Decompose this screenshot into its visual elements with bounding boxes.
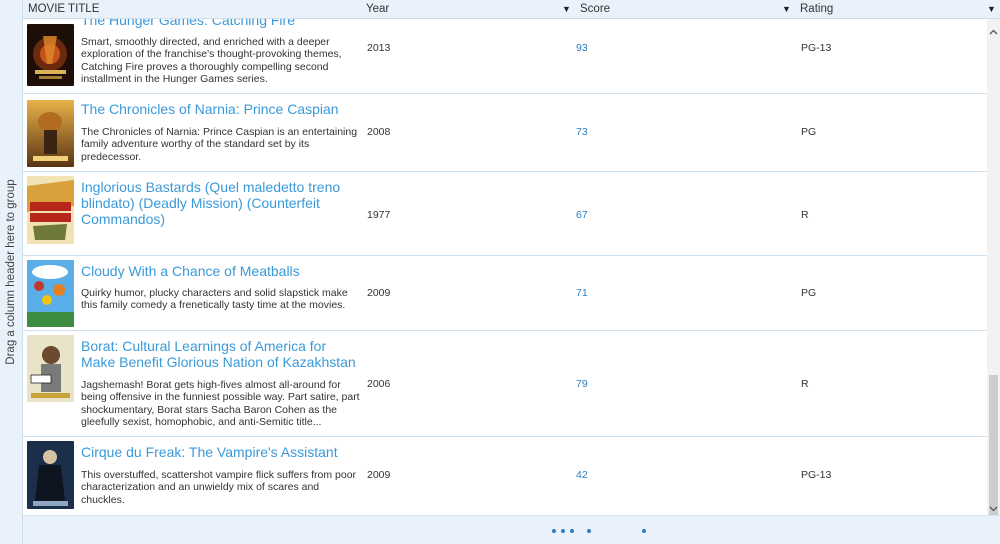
movie-title-link[interactable]: Cirque du Freak: The Vampire's Assistant [81,444,361,460]
column-header-score[interactable]: Score [580,0,610,19]
chevron-down-icon[interactable] [987,504,1000,514]
group-by-hint: Drag a column header here to group [5,179,17,365]
movie-description: Smart, smoothly directed, and enriched w… [81,36,342,86]
loading-indicator [23,515,1000,544]
movie-description: This overstuffed, scattershot vampire fl… [81,469,357,506]
rating-cell: PG [801,126,817,138]
table-row[interactable]: Inglorious Bastards (Quel maledetto tren… [23,172,987,256]
table-row[interactable]: The Hunger Games: Catching Fire Smart, s… [23,19,987,94]
grid-rows: The Hunger Games: Catching Fire Smart, s… [23,19,987,515]
year-cell: 2013 [367,42,391,54]
rating-cell: PG-13 [801,469,832,481]
score-filter-icon[interactable]: ▼ [782,0,791,19]
rating-cell: R [801,378,809,390]
year-filter-icon[interactable]: ▼ [562,0,571,19]
movie-poster [27,100,74,167]
loading-dot-icon [570,529,574,533]
movie-poster [27,441,74,509]
score-cell: 93 [576,42,588,54]
column-header-rating[interactable]: Rating [800,0,833,19]
year-cell: 2009 [367,287,391,299]
column-header-movie-title[interactable]: MOVIE TITLE [28,0,99,19]
movie-grid-window: Drag a column header here to group MOVIE… [0,0,1000,544]
movie-title-link[interactable]: Inglorious Bastards (Quel maledetto tren… [81,179,361,227]
movie-description: Quirky humor, plucky characters and soli… [81,287,348,312]
rating-cell: PG-13 [801,42,832,54]
loading-dot-icon [552,529,556,533]
column-header-year[interactable]: Year [366,0,389,19]
table-row[interactable]: Cloudy With a Chance of Meatballs Quirky… [23,256,987,331]
score-cell: 67 [576,209,588,221]
score-cell: 73 [576,126,588,138]
score-cell: 79 [576,378,588,390]
table-row[interactable]: Cirque du Freak: The Vampire's Assistant… [23,437,987,515]
table-row[interactable]: The Chronicles of Narnia: Prince Caspian… [23,94,987,172]
movie-poster [27,24,74,86]
movie-title-link[interactable]: Cloudy With a Chance of Meatballs [81,263,361,279]
movie-title-link[interactable]: The Hunger Games: Catching Fire [81,19,361,28]
loading-dot-icon [561,529,565,533]
movie-poster [27,176,74,244]
scrollbar-thumb[interactable] [989,375,998,515]
year-cell: 2009 [367,469,391,481]
movie-description: The Chronicles of Narnia: Prince Caspian… [81,126,358,163]
year-cell: 2006 [367,378,391,390]
vertical-scrollbar[interactable] [987,19,1000,515]
score-cell: 71 [576,287,588,299]
grid-body[interactable]: The Hunger Games: Catching Fire Smart, s… [23,19,987,515]
chevron-up-icon[interactable] [987,27,1000,37]
rating-cell: PG [801,287,817,299]
loading-dot-icon [642,529,646,533]
movie-title-link[interactable]: The Chronicles of Narnia: Prince Caspian [81,101,361,117]
movie-description: Jagshemash! Borat gets high-fives almost… [81,379,360,429]
group-by-panel[interactable]: Drag a column header here to group [0,0,23,544]
year-cell: 1977 [367,209,391,221]
rating-cell: R [801,209,809,221]
rating-filter-icon[interactable]: ▼ [987,0,996,19]
table-row[interactable]: Borat: Cultural Learnings of America for… [23,331,987,437]
movie-poster [27,260,74,327]
score-cell: 42 [576,469,588,481]
movie-title-link[interactable]: Borat: Cultural Learnings of America for… [81,338,361,370]
column-header-row: MOVIE TITLE Year ▼ Score ▼ Rating ▼ [23,0,1000,19]
loading-dot-icon [587,529,591,533]
movie-poster [27,335,74,402]
year-cell: 2008 [367,126,391,138]
